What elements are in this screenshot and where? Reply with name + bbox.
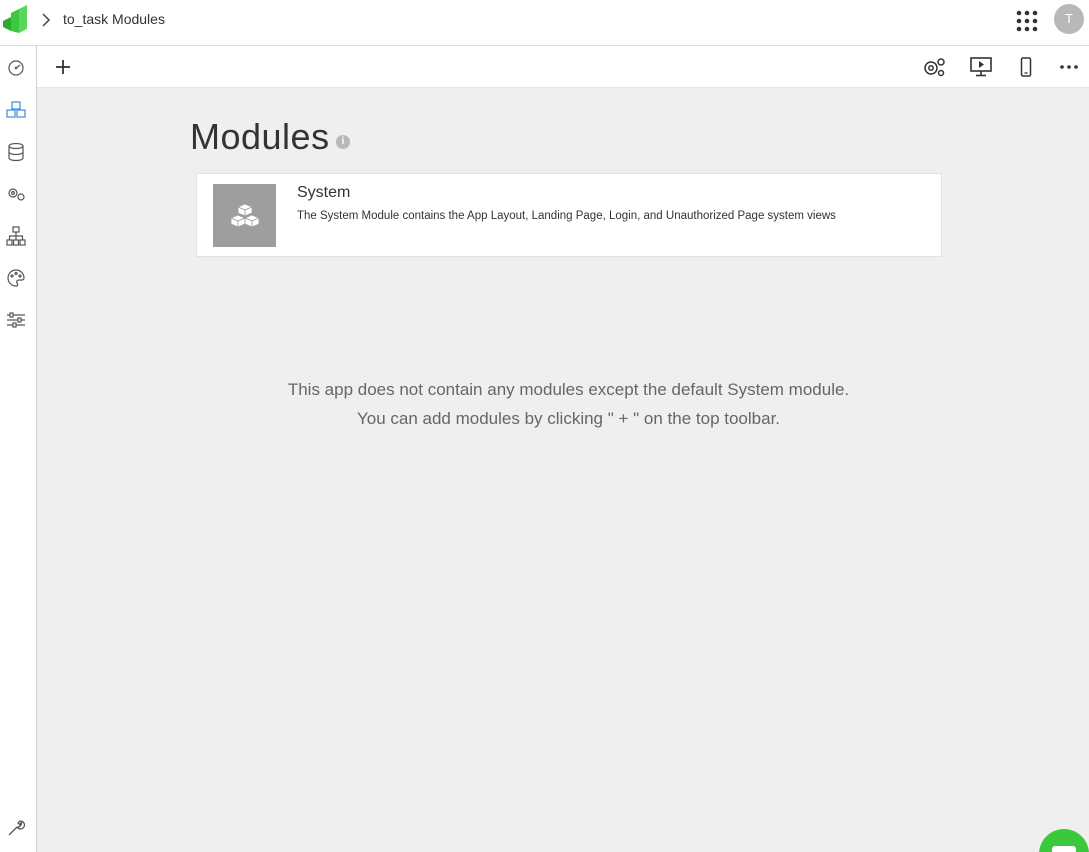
sidebar-item-style[interactable] [6,268,26,288]
more-options-button[interactable] [1057,56,1081,78]
empty-state-line-2: You can add modules by clicking " + " on… [356,409,781,428]
sliders-icon [7,312,25,328]
top-toolbar [37,46,1089,88]
chat-bubble-icon [1052,846,1076,852]
module-description: The System Module contains the App Layou… [297,210,836,222]
chevron-right-icon [40,12,52,28]
module-thumbnail [213,184,276,247]
sidebar-item-settings[interactable] [6,310,26,330]
ellipsis-icon [1060,65,1078,69]
gears-icon [8,188,25,201]
cubes-icon [231,203,259,228]
empty-state-message: This app does not contain any modules ex… [37,375,1089,433]
app-settings-button[interactable] [922,56,946,78]
monitor-play-icon [970,57,992,77]
left-sidebar [0,46,37,852]
sidebar-item-modules[interactable] [6,100,26,120]
sitemap-icon [6,226,26,246]
sidebar-item-data[interactable] [6,142,26,162]
empty-state-line-1: This app does not contain any modules ex… [287,380,850,399]
sidebar-item-hierarchy[interactable] [6,226,26,246]
wrench-icon[interactable] [6,818,26,838]
database-icon [8,142,24,162]
page-title: Modules [190,116,330,157]
app-logo[interactable] [3,5,29,33]
cubes-icon [6,101,26,118]
add-module-button[interactable] [51,56,75,78]
main-canvas: Modules i System The System Module conta… [37,88,1089,852]
module-name: System [297,184,351,201]
palette-icon [7,269,25,287]
sidebar-item-dashboard[interactable] [6,58,26,78]
preview-mobile-button[interactable] [1014,56,1038,78]
info-icon[interactable]: i [336,135,350,149]
preview-desktop-button[interactable] [969,56,993,78]
module-card-system[interactable]: System The System Module contains the Ap… [196,173,942,257]
top-bar: to_task Modules T [0,0,1089,46]
gauge-icon [8,60,24,76]
app-grid-icon[interactable] [1016,10,1038,32]
gears-icon [924,58,945,77]
breadcrumb-current-page[interactable]: to_task Modules [63,11,165,27]
plus-icon [56,60,70,74]
sidebar-item-services[interactable] [6,184,26,204]
mobile-phone-icon [1020,57,1032,77]
user-avatar[interactable]: T [1054,4,1084,34]
